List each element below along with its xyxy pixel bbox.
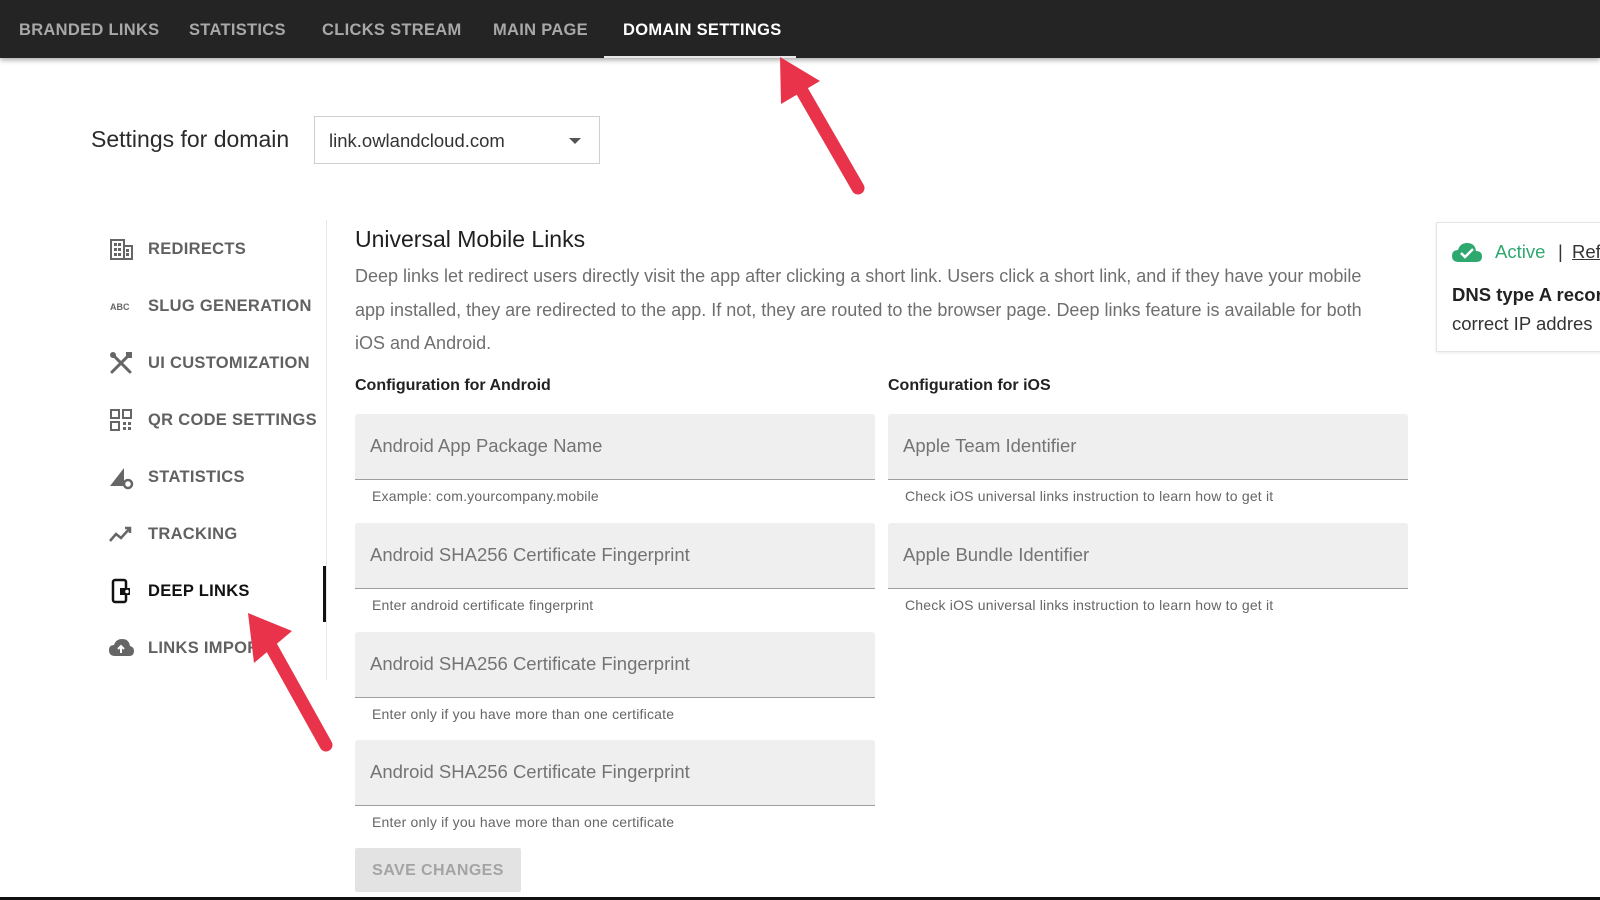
sidebar-item-label: TRACKING <box>148 525 238 543</box>
sidebar-item-redirects[interactable]: REDIRECTS <box>108 229 323 269</box>
ios-config-heading: Configuration for iOS <box>888 377 1051 394</box>
field-helper-text: Check iOS universal links instruction to… <box>905 488 1274 504</box>
domain-select[interactable]: link.owlandcloud.com <box>314 116 600 164</box>
android-sha256-field-2[interactable]: Android SHA256 Certificate Fingerprint <box>355 632 875 698</box>
android-config-heading: Configuration for Android <box>355 377 551 394</box>
domain-select-value: link.owlandcloud.com <box>329 130 505 151</box>
tab-statistics[interactable]: STATISTICS <box>189 0 286 58</box>
field-placeholder: Android SHA256 Certificate Fingerprint <box>370 544 690 565</box>
field-helper-text: Enter only if you have more than one cer… <box>372 814 675 830</box>
dns-status-card: Active | Ref DNS type A recor correct IP… <box>1436 222 1600 352</box>
building-icon <box>110 239 133 260</box>
field-placeholder: Android App Package Name <box>370 435 603 456</box>
refresh-link[interactable]: Ref <box>1572 241 1600 263</box>
field-placeholder: Apple Team Identifier <box>903 435 1077 456</box>
cloud-upload-icon <box>109 639 134 656</box>
android-sha256-field-1[interactable]: Android SHA256 Certificate Fingerprint <box>355 523 875 589</box>
field-placeholder: Apple Bundle Identifier <box>903 544 1090 565</box>
qr-code-icon <box>110 409 132 431</box>
field-placeholder: Android SHA256 Certificate Fingerprint <box>370 761 690 782</box>
chart-gear-icon <box>110 468 134 490</box>
save-changes-button[interactable]: SAVE CHANGES <box>355 848 521 892</box>
top-navigation: BRANDED LINKS STATISTICS CLICKS STREAM M… <box>0 0 1600 58</box>
tab-branded-links[interactable]: BRANDED LINKS <box>19 0 159 58</box>
sidebar-active-indicator <box>323 566 326 622</box>
sidebar-item-label: STATISTICS <box>148 468 245 486</box>
tab-domain-settings[interactable]: DOMAIN SETTINGS <box>623 0 782 58</box>
tools-icon <box>110 352 132 374</box>
cloud-check-icon <box>1452 243 1482 262</box>
tab-main-page[interactable]: MAIN PAGE <box>493 0 588 58</box>
sidebar-item-label: UI CUSTOMIZATION <box>148 354 310 372</box>
sidebar-item-deep-links[interactable]: DEEP LINKS <box>108 571 323 611</box>
android-package-name-field[interactable]: Android App Package Name <box>355 414 875 480</box>
sidebar-item-label: REDIRECTS <box>148 240 247 258</box>
field-helper-text: Enter only if you have more than one cer… <box>372 706 675 722</box>
sidebar-item-qr-code-settings[interactable]: QR CODE SETTINGS <box>108 400 323 440</box>
apple-team-identifier-field[interactable]: Apple Team Identifier <box>888 414 1408 480</box>
sidebar-item-tracking[interactable]: TRACKING <box>108 514 323 554</box>
domain-settings-label: Settings for domain <box>91 126 290 152</box>
status-active-text: Active <box>1495 241 1546 262</box>
page-title: Universal Mobile Links <box>355 226 586 252</box>
sidebar-item-label: SLUG GENERATION <box>148 297 312 315</box>
apple-bundle-identifier-field[interactable]: Apple Bundle Identifier <box>888 523 1408 589</box>
ip-address-text: correct IP addres <box>1452 313 1593 334</box>
field-helper-text: Example: com.yourcompany.mobile <box>372 488 599 504</box>
sidebar-item-ui-customization[interactable]: UI CUSTOMIZATION <box>108 343 323 383</box>
field-placeholder: Android SHA256 Certificate Fingerprint <box>370 653 690 674</box>
annotation-arrow-up <box>780 57 865 195</box>
android-sha256-field-3[interactable]: Android SHA256 Certificate Fingerprint <box>355 740 875 806</box>
sidebar-item-label: QR CODE SETTINGS <box>148 411 317 429</box>
abc-icon: ABC <box>110 302 130 312</box>
trending-icon <box>109 526 132 542</box>
status-separator: | <box>1558 241 1563 262</box>
sidebar-item-label: DEEP LINKS <box>148 582 250 600</box>
field-helper-text: Enter android certificate fingerprint <box>372 597 594 613</box>
phone-link-icon <box>111 578 130 604</box>
active-tab-indicator <box>604 56 796 58</box>
page-description: Deep links let redirect users directly v… <box>355 266 1362 353</box>
field-helper-text: Check iOS universal links instruction to… <box>905 597 1274 613</box>
sidebar-item-statistics[interactable]: STATISTICS <box>108 457 323 497</box>
dropdown-caret-icon <box>569 138 581 144</box>
sidebar-item-label: LINKS IMPOR <box>148 639 260 657</box>
sidebar-item-links-import[interactable]: LINKS IMPOR <box>108 628 323 668</box>
svg-text:ABC: ABC <box>110 302 130 312</box>
sidebar-item-slug-generation[interactable]: ABC SLUG GENERATION <box>108 286 323 326</box>
tab-clicks-stream[interactable]: CLICKS STREAM <box>322 0 462 58</box>
dns-record-text: DNS type A recor <box>1452 284 1600 305</box>
